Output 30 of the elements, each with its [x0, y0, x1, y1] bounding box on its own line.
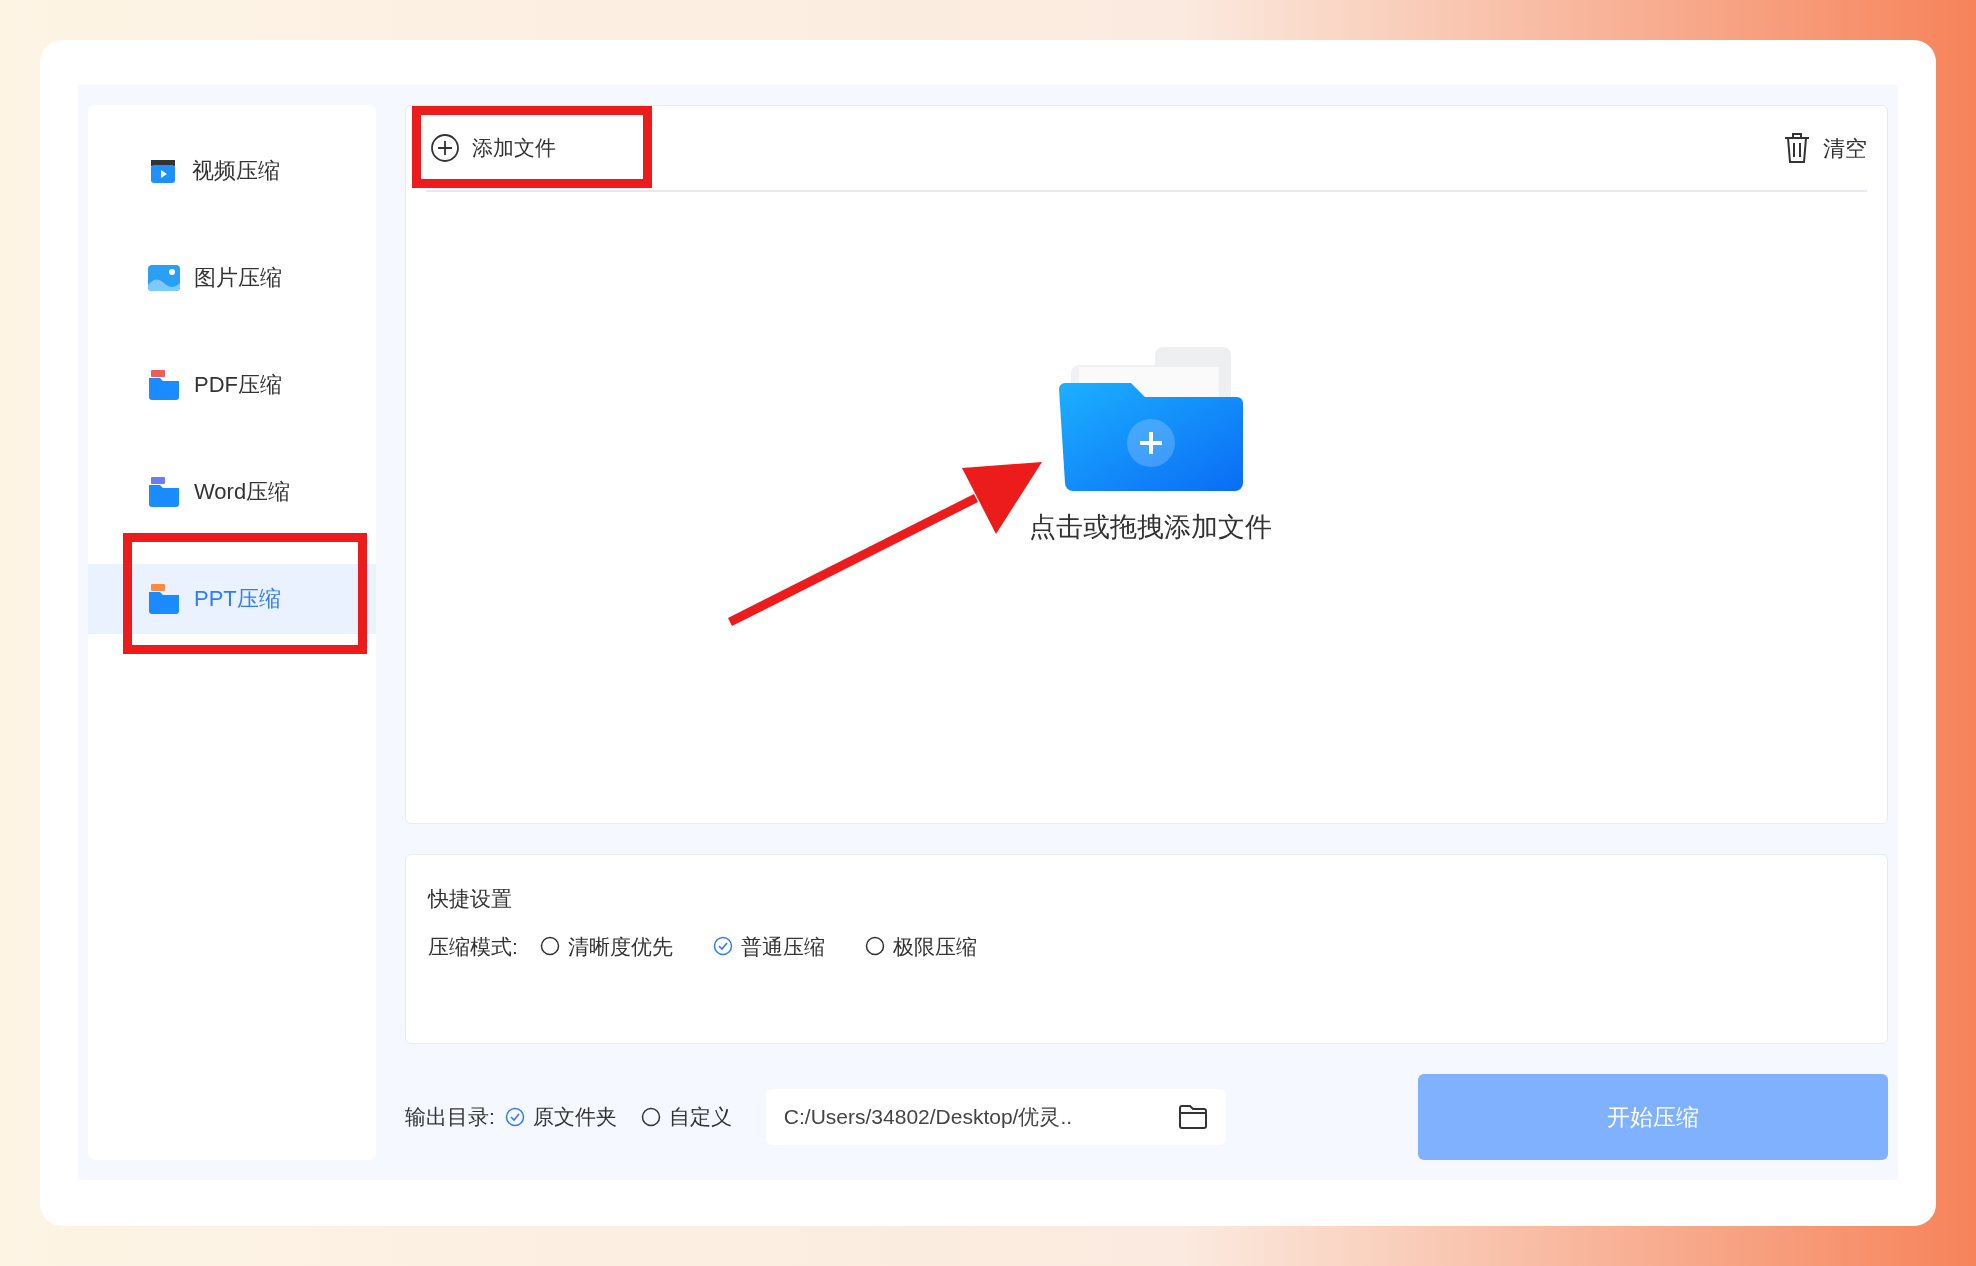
- checked-radio[interactable]: [712, 936, 733, 957]
- sidebar-item[interactable]: PDF压缩: [88, 349, 376, 420]
- image-icon: [148, 264, 180, 291]
- drop-hint: 点击或拖拽添加文件: [1029, 511, 1272, 545]
- output-option[interactable]: 自定义: [668, 1101, 732, 1133]
- path-field[interactable]: C:/Users/34802/Desktop/优灵..: [765, 1089, 1226, 1145]
- sidebar-item[interactable]: 图片压缩: [88, 242, 376, 313]
- checked-radio[interactable]: [504, 1107, 525, 1127]
- radio-button[interactable]: [640, 1107, 661, 1127]
- output-label: 输出目录:: [405, 1104, 495, 1131]
- settings-title: 快捷设置: [428, 886, 513, 912]
- folder-icon: [148, 476, 180, 507]
- sidebar-item[interactable]: Word压缩: [88, 456, 376, 527]
- radio-button[interactable]: [539, 936, 560, 957]
- trash-icon: [1783, 132, 1811, 164]
- mode-option[interactable]: 清晰度优先: [567, 930, 673, 962]
- add-file-button[interactable]: 添加文件: [426, 122, 560, 174]
- folder-add-icon: [1058, 347, 1243, 494]
- mode-label: 压缩模式:: [428, 933, 518, 960]
- drop-zone[interactable]: 点击或拖拽添加文件: [1021, 347, 1272, 548]
- mode-option[interactable]: 普通压缩: [740, 930, 825, 962]
- sidebar-item[interactable]: 视频压缩: [88, 135, 376, 206]
- clear-button[interactable]: 清空: [1783, 131, 1867, 165]
- folder-icon[interactable]: [1177, 1104, 1208, 1130]
- output-option[interactable]: 原文件夹: [532, 1101, 617, 1133]
- mode-option[interactable]: 极限压缩: [892, 930, 977, 962]
- folder-icon: [148, 369, 180, 400]
- add-icon: [430, 133, 460, 163]
- radio-button[interactable]: [864, 936, 885, 957]
- folder-icon: [148, 583, 180, 614]
